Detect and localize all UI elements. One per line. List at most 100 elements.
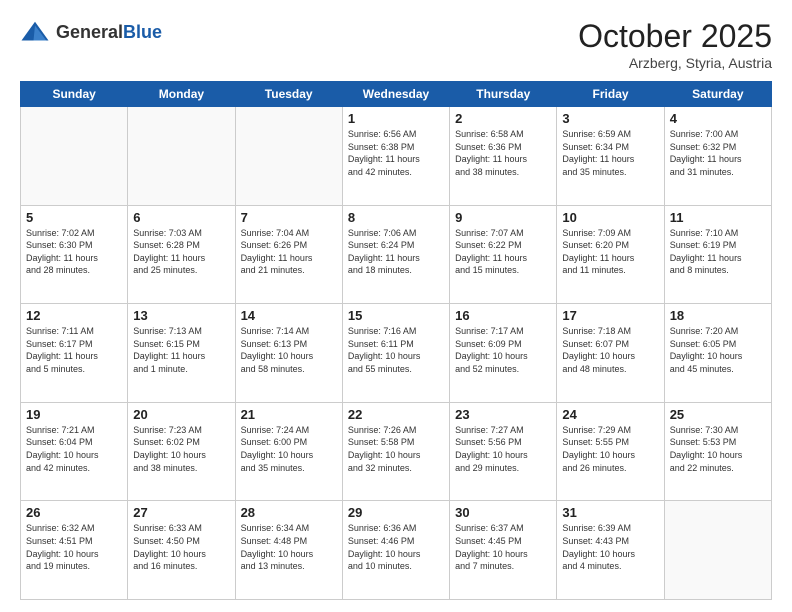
day-info: Sunrise: 6:39 AM Sunset: 4:43 PM Dayligh… <box>562 522 658 572</box>
calendar-cell: 15 Sunrise: 7:16 AM Sunset: 6:11 PM Dayli… <box>342 304 449 403</box>
day-info: Sunrise: 7:17 AM Sunset: 6:09 PM Dayligh… <box>455 325 551 375</box>
day-info: Sunrise: 7:13 AM Sunset: 6:15 PM Dayligh… <box>133 325 229 375</box>
calendar-cell: 19 Sunrise: 7:21 AM Sunset: 6:04 PM Dayli… <box>21 402 128 501</box>
day-number: 18 <box>670 308 766 323</box>
day-info: Sunrise: 6:37 AM Sunset: 4:45 PM Dayligh… <box>455 522 551 572</box>
day-number: 2 <box>455 111 551 126</box>
calendar-cell: 18 Sunrise: 7:20 AM Sunset: 6:05 PM Dayli… <box>664 304 771 403</box>
day-number: 24 <box>562 407 658 422</box>
day-number: 28 <box>241 505 337 520</box>
calendar-cell: 24 Sunrise: 7:29 AM Sunset: 5:55 PM Dayli… <box>557 402 664 501</box>
day-info: Sunrise: 7:14 AM Sunset: 6:13 PM Dayligh… <box>241 325 337 375</box>
day-number: 29 <box>348 505 444 520</box>
day-info: Sunrise: 7:21 AM Sunset: 6:04 PM Dayligh… <box>26 424 122 474</box>
calendar-cell: 3 Sunrise: 6:59 AM Sunset: 6:34 PM Daylig… <box>557 107 664 206</box>
logo-text: GeneralBlue <box>56 23 162 43</box>
calendar-cell: 5Sunrise: 7:02 AM Sunset: 6:30 PM Daylig… <box>21 205 128 304</box>
day-number: 22 <box>348 407 444 422</box>
calendar-cell: 22 Sunrise: 7:26 AM Sunset: 5:58 PM Dayli… <box>342 402 449 501</box>
day-info: Sunrise: 7:10 AM Sunset: 6:19 PM Dayligh… <box>670 227 766 277</box>
calendar-cell: 7 Sunrise: 7:04 AM Sunset: 6:26 PM Daylig… <box>235 205 342 304</box>
calendar-cell: 17 Sunrise: 7:18 AM Sunset: 6:07 PM Dayli… <box>557 304 664 403</box>
day-info: Sunrise: 7:23 AM Sunset: 6:02 PM Dayligh… <box>133 424 229 474</box>
day-info: Sunrise: 6:32 AM Sunset: 4:51 PM Dayligh… <box>26 522 122 572</box>
calendar-cell: 9 Sunrise: 7:07 AM Sunset: 6:22 PM Daylig… <box>450 205 557 304</box>
weekday-header-monday: Monday <box>128 82 235 107</box>
day-number: 13 <box>133 308 229 323</box>
calendar-cell: 8Sunrise: 7:06 AM Sunset: 6:24 PM Daylig… <box>342 205 449 304</box>
calendar-cell: 30 Sunrise: 6:37 AM Sunset: 4:45 PM Dayli… <box>450 501 557 600</box>
day-info: Sunrise: 7:09 AM Sunset: 6:20 PM Dayligh… <box>562 227 658 277</box>
day-number: 15 <box>348 308 444 323</box>
day-number: 5 <box>26 210 122 225</box>
calendar-cell: 27 Sunrise: 6:33 AM Sunset: 4:50 PM Dayli… <box>128 501 235 600</box>
calendar-cell: 10Sunrise: 7:09 AM Sunset: 6:20 PM Dayli… <box>557 205 664 304</box>
day-number: 6 <box>133 210 229 225</box>
weekday-header-friday: Friday <box>557 82 664 107</box>
calendar-cell: 21 Sunrise: 7:24 AM Sunset: 6:00 PM Dayli… <box>235 402 342 501</box>
day-number: 3 <box>562 111 658 126</box>
day-info: Sunrise: 7:03 AM Sunset: 6:28 PM Dayligh… <box>133 227 229 277</box>
calendar-cell <box>235 107 342 206</box>
day-number: 25 <box>670 407 766 422</box>
day-info: Sunrise: 7:26 AM Sunset: 5:58 PM Dayligh… <box>348 424 444 474</box>
day-number: 26 <box>26 505 122 520</box>
day-info: Sunrise: 7:04 AM Sunset: 6:26 PM Dayligh… <box>241 227 337 277</box>
logo: GeneralBlue <box>20 18 162 48</box>
calendar-cell: 14 Sunrise: 7:14 AM Sunset: 6:13 PM Dayli… <box>235 304 342 403</box>
day-info: Sunrise: 6:36 AM Sunset: 4:46 PM Dayligh… <box>348 522 444 572</box>
calendar-cell <box>21 107 128 206</box>
day-number: 30 <box>455 505 551 520</box>
day-number: 31 <box>562 505 658 520</box>
calendar-cell <box>128 107 235 206</box>
calendar-cell: 16 Sunrise: 7:17 AM Sunset: 6:09 PM Dayli… <box>450 304 557 403</box>
day-info: Sunrise: 6:58 AM Sunset: 6:36 PM Dayligh… <box>455 128 551 178</box>
calendar-cell: 11 Sunrise: 7:10 AM Sunset: 6:19 PM Dayli… <box>664 205 771 304</box>
weekday-header-sunday: Sunday <box>21 82 128 107</box>
calendar-cell: 29 Sunrise: 6:36 AM Sunset: 4:46 PM Dayli… <box>342 501 449 600</box>
day-number: 11 <box>670 210 766 225</box>
calendar-cell: 28Sunrise: 6:34 AM Sunset: 4:48 PM Dayli… <box>235 501 342 600</box>
day-info: Sunrise: 7:11 AM Sunset: 6:17 PM Dayligh… <box>26 325 122 375</box>
day-info: Sunrise: 7:29 AM Sunset: 5:55 PM Dayligh… <box>562 424 658 474</box>
day-number: 14 <box>241 308 337 323</box>
calendar-cell: 6 Sunrise: 7:03 AM Sunset: 6:28 PM Daylig… <box>128 205 235 304</box>
day-info: Sunrise: 7:07 AM Sunset: 6:22 PM Dayligh… <box>455 227 551 277</box>
calendar-table: SundayMondayTuesdayWednesdayThursdayFrid… <box>20 81 772 600</box>
day-info: Sunrise: 6:56 AM Sunset: 6:38 PM Dayligh… <box>348 128 444 178</box>
weekday-header-wednesday: Wednesday <box>342 82 449 107</box>
calendar-cell: 12 Sunrise: 7:11 AM Sunset: 6:17 PM Dayli… <box>21 304 128 403</box>
weekday-header-tuesday: Tuesday <box>235 82 342 107</box>
day-info: Sunrise: 7:18 AM Sunset: 6:07 PM Dayligh… <box>562 325 658 375</box>
calendar-cell: 31 Sunrise: 6:39 AM Sunset: 4:43 PM Dayli… <box>557 501 664 600</box>
calendar-cell: 1 Sunrise: 6:56 AM Sunset: 6:38 PM Daylig… <box>342 107 449 206</box>
weekday-header-saturday: Saturday <box>664 82 771 107</box>
calendar-cell: 20 Sunrise: 7:23 AM Sunset: 6:02 PM Dayli… <box>128 402 235 501</box>
month-title: October 2025 <box>578 18 772 55</box>
day-info: Sunrise: 7:27 AM Sunset: 5:56 PM Dayligh… <box>455 424 551 474</box>
day-number: 16 <box>455 308 551 323</box>
day-number: 23 <box>455 407 551 422</box>
day-info: Sunrise: 7:24 AM Sunset: 6:00 PM Dayligh… <box>241 424 337 474</box>
weekday-header-thursday: Thursday <box>450 82 557 107</box>
logo-icon <box>20 18 50 48</box>
day-info: Sunrise: 7:20 AM Sunset: 6:05 PM Dayligh… <box>670 325 766 375</box>
day-number: 17 <box>562 308 658 323</box>
day-number: 21 <box>241 407 337 422</box>
calendar-cell: 13 Sunrise: 7:13 AM Sunset: 6:15 PM Dayli… <box>128 304 235 403</box>
day-info: Sunrise: 7:00 AM Sunset: 6:32 PM Dayligh… <box>670 128 766 178</box>
day-number: 7 <box>241 210 337 225</box>
day-number: 12 <box>26 308 122 323</box>
day-number: 19 <box>26 407 122 422</box>
day-number: 9 <box>455 210 551 225</box>
day-info: Sunrise: 7:30 AM Sunset: 5:53 PM Dayligh… <box>670 424 766 474</box>
calendar-cell: 2 Sunrise: 6:58 AM Sunset: 6:36 PM Daylig… <box>450 107 557 206</box>
day-info: Sunrise: 7:16 AM Sunset: 6:11 PM Dayligh… <box>348 325 444 375</box>
day-number: 27 <box>133 505 229 520</box>
title-block: October 2025 Arzberg, Styria, Austria <box>578 18 772 71</box>
day-info: Sunrise: 6:33 AM Sunset: 4:50 PM Dayligh… <box>133 522 229 572</box>
day-info: Sunrise: 6:59 AM Sunset: 6:34 PM Dayligh… <box>562 128 658 178</box>
day-number: 1 <box>348 111 444 126</box>
calendar-cell: 25 Sunrise: 7:30 AM Sunset: 5:53 PM Dayli… <box>664 402 771 501</box>
day-number: 20 <box>133 407 229 422</box>
